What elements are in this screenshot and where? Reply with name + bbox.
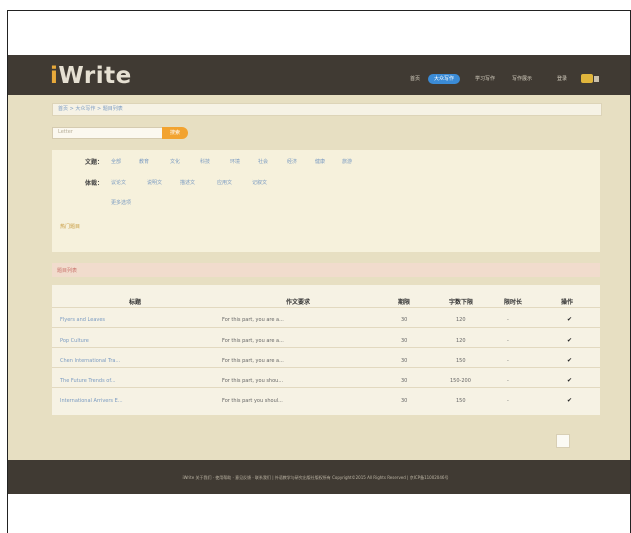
topic-option[interactable]: 社会: [258, 158, 268, 165]
row-requirement: For this part, you shou...: [222, 378, 284, 384]
row-title[interactable]: International Arrivers E...: [60, 398, 123, 404]
pagination-current-page[interactable]: [556, 434, 570, 448]
row-requirement: For this part, you are a...: [222, 358, 284, 364]
genre-option[interactable]: 说明文: [147, 179, 162, 186]
breadcrumb-bar: [52, 103, 602, 116]
column-header-min-words: 字数下限: [449, 299, 474, 306]
check-icon[interactable]: ✔: [567, 357, 572, 364]
footer-text: iWrite 关于我们 · 使用帮助 · 意见反馈 · 联系我们 | 外语教学与…: [182, 475, 449, 480]
genre-option[interactable]: 应用文: [217, 179, 232, 186]
row-deadline: 30: [401, 398, 408, 404]
section-header-bar: [52, 263, 600, 277]
language-switch-icon: [594, 76, 599, 82]
logo-text: Write: [58, 63, 132, 89]
row-time-limit: -: [507, 338, 509, 344]
row-deadline: 30: [401, 358, 408, 364]
check-icon[interactable]: ✔: [567, 337, 572, 344]
genre-option[interactable]: 议论文: [111, 179, 126, 186]
row-min-words: 120: [456, 338, 466, 344]
row-title[interactable]: Chen International Tra...: [60, 358, 120, 364]
nav-learn-writing[interactable]: 学习写作: [475, 74, 495, 84]
more-options-link[interactable]: 更多选项: [111, 199, 131, 206]
genre-option[interactable]: 描述文: [180, 179, 195, 186]
genre-filter-label: 体裁：: [85, 180, 104, 187]
filter-panel: [52, 150, 600, 252]
app-logo[interactable]: iWrite: [50, 63, 132, 89]
table-row-divider: [52, 367, 600, 368]
topic-option[interactable]: 科技: [200, 158, 210, 165]
hot-topics-button[interactable]: 热门题目: [60, 223, 80, 230]
topic-option[interactable]: 文化: [170, 158, 180, 165]
row-time-limit: -: [507, 317, 509, 323]
topic-option[interactable]: 健康: [315, 158, 325, 165]
search-placeholder: Letter: [58, 129, 73, 135]
section-title: 题目列表: [57, 268, 78, 274]
row-deadline: 30: [401, 317, 408, 323]
column-header-title: 标题: [129, 299, 142, 306]
topic-option[interactable]: 经济: [287, 158, 297, 165]
row-min-words: 150: [456, 358, 466, 364]
row-deadline: 30: [401, 338, 408, 344]
language-switch[interactable]: [581, 74, 593, 83]
check-icon[interactable]: ✔: [567, 316, 572, 323]
breadcrumb[interactable]: 首页 > 大众写作 > 题目列表: [58, 105, 123, 112]
row-title[interactable]: Pop Culture: [60, 338, 89, 344]
row-requirement: For this part you shoul...: [222, 398, 283, 404]
frame-top-border: [7, 10, 631, 11]
row-time-limit: -: [507, 358, 509, 364]
row-title[interactable]: The Future Trends of...: [60, 378, 116, 384]
row-time-limit: -: [507, 398, 509, 404]
nav-login[interactable]: 登录: [557, 74, 567, 84]
column-header-action: 操作: [561, 299, 574, 306]
row-min-words: 120: [456, 317, 466, 323]
check-icon[interactable]: ✔: [567, 397, 572, 404]
row-min-words: 150: [456, 398, 466, 404]
topic-option[interactable]: 环境: [230, 158, 240, 165]
column-header-deadline: 期限: [398, 299, 411, 306]
nav-home[interactable]: 首页: [410, 74, 420, 84]
row-title[interactable]: Flyers and Leaves: [60, 317, 105, 323]
check-icon[interactable]: ✔: [567, 377, 572, 384]
table-row-divider: [52, 347, 600, 348]
table-row-divider: [52, 387, 600, 388]
row-requirement: For this part, you are a...: [222, 338, 284, 344]
nav-public-writing[interactable]: 大众写作: [428, 74, 461, 84]
row-deadline: 30: [401, 378, 408, 384]
topic-option[interactable]: 旅游: [342, 158, 352, 165]
row-time-limit: -: [507, 378, 509, 384]
column-header-requirement: 作文要求: [286, 299, 311, 306]
topic-filter-label: 文题：: [85, 159, 104, 166]
row-requirement: For this part, you are a...: [222, 317, 284, 323]
table-row-divider: [52, 307, 600, 308]
nav-showcase[interactable]: 写作展示: [512, 74, 532, 84]
topic-option[interactable]: 全部: [111, 158, 121, 165]
row-min-words: 150-200: [450, 378, 471, 384]
genre-option[interactable]: 记叙文: [252, 179, 267, 186]
topic-option[interactable]: 教育: [139, 158, 149, 165]
search-button[interactable]: 搜索: [162, 127, 188, 139]
table-row-divider: [52, 327, 600, 328]
column-header-time-limit: 限时长: [504, 299, 523, 306]
